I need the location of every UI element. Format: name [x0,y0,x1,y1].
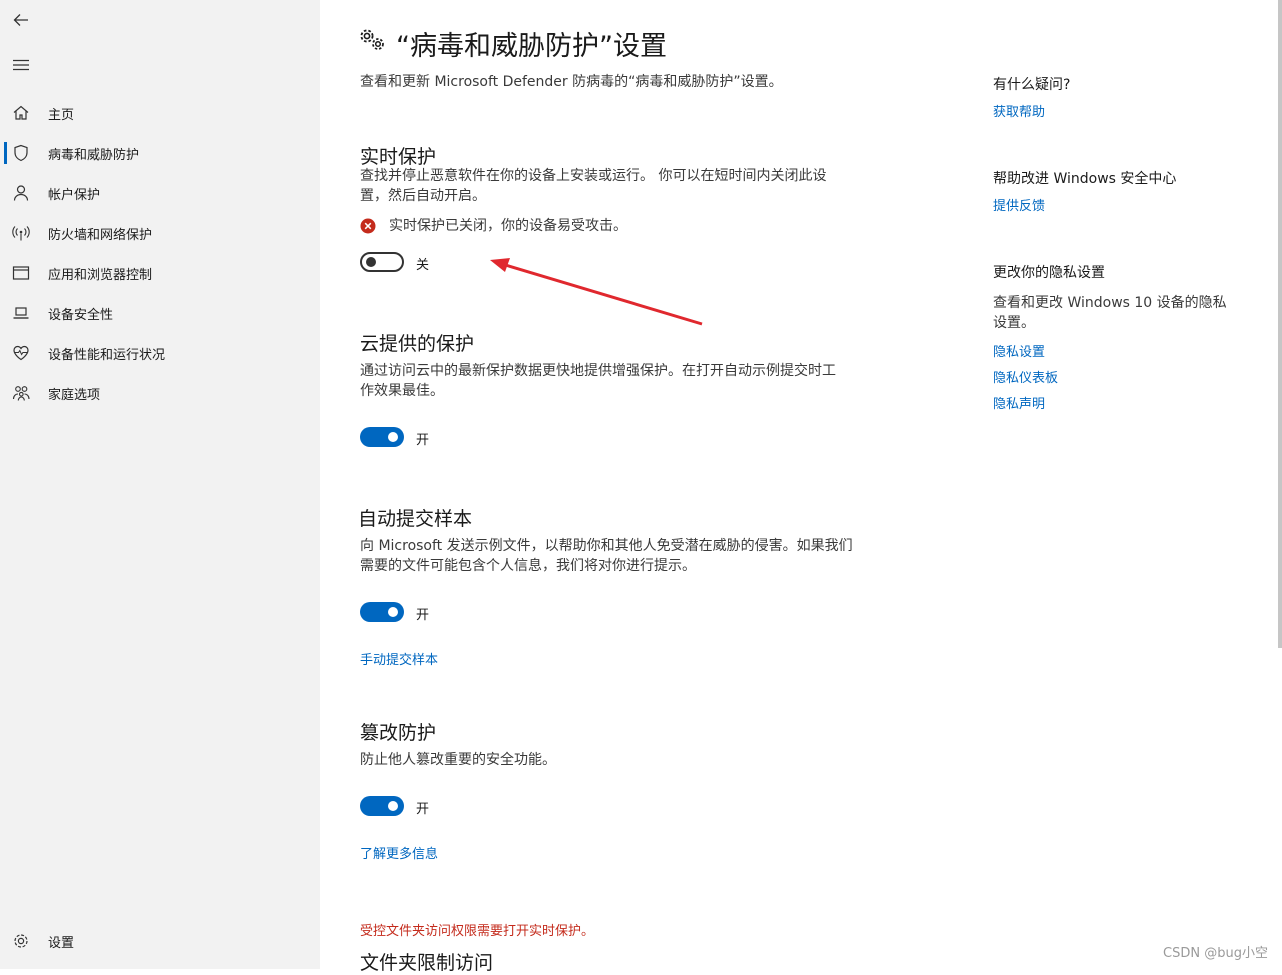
help-title: 有什么疑问? [993,77,1071,93]
sample-section-title: 自动提交样本 [358,508,473,530]
sidebar-item-label: 设备性能和运行状况 [48,347,166,363]
annotation-arrow [490,258,703,326]
privacy-description: 查看和更改 Windows 10 设备的隐私设置。 [993,295,1227,331]
page-description: 查看和更新 Microsoft Defender 防病毒的“病毒和威胁防护”设置… [360,74,783,90]
sidebar-item-virus-protection[interactable]: 病毒和威胁防护 [0,135,320,171]
window-icon [12,264,30,282]
home-icon [12,104,30,122]
page-title: “病毒和威胁防护”设置 [396,31,667,62]
sidebar-item-device-health[interactable]: 设备性能和运行状况 [0,335,320,371]
learn-more-link[interactable]: 了解更多信息 [360,843,438,862]
privacy-title: 更改你的隐私设置 [993,265,1105,281]
sidebar-item-account[interactable]: 帐户保护 [0,175,320,211]
antenna-icon [12,224,30,242]
sidebar-item-firewall[interactable]: 防火墙和网络保护 [0,215,320,251]
manual-submit-link[interactable]: 手动提交样本 [360,649,438,668]
person-icon [12,184,30,202]
folder-section-title: 文件夹限制访问 [360,952,494,974]
sample-description: 向 Microsoft 发送示例文件，以帮助你和其他人免受潜在威胁的侵害。如果我… [360,538,853,574]
sidebar-item-device-security[interactable]: 设备安全性 [0,295,320,331]
realtime-toggle[interactable] [360,252,404,272]
cloud-section-title: 云提供的保护 [360,333,475,355]
realtime-section-title: 实时保护 [360,146,437,168]
cloud-toggle[interactable] [360,427,404,447]
sidebar-item-label: 帐户保护 [48,187,101,203]
toggle-knob [388,607,398,617]
sample-toggle[interactable] [360,602,404,622]
laptop-icon [12,304,30,322]
realtime-toggle-label: 关 [416,258,430,273]
tamper-toggle-label: 开 [416,802,430,817]
hamburger-icon[interactable] [12,56,30,74]
sidebar-item-settings[interactable]: 设置 [0,923,320,959]
active-indicator [4,142,7,164]
gear-icon [12,932,30,950]
toggle-knob [388,432,398,442]
sidebar-item-label: 防火墙和网络保护 [48,227,153,243]
privacy-statement-link[interactable]: 隐私声明 [993,393,1045,412]
settings-gears-icon [359,27,387,57]
scrollbar[interactable] [1278,0,1282,648]
realtime-warning: 实时保护已关闭，你的设备易受攻击。 [389,218,627,234]
sidebar-item-app-browser[interactable]: 应用和浏览器控制 [0,255,320,291]
sample-toggle-label: 开 [416,608,430,623]
folder-warning: 受控文件夹访问权限需要打开实时保护。 [360,924,595,939]
sidebar-item-family[interactable]: 家庭选项 [0,375,320,411]
error-icon [360,218,376,238]
privacy-settings-link[interactable]: 隐私设置 [993,341,1045,360]
cloud-toggle-label: 开 [416,433,430,448]
realtime-description: 查找并停止恶意软件在你的设备上安装或运行。 你可以在短时间内关闭此设置，然后自动… [360,168,827,204]
main-content: “病毒和威胁防护”设置 查看和更新 Microsoft Defender 防病毒… [320,0,1280,974]
improve-title: 帮助改进 Windows 安全中心 [993,171,1177,187]
sidebar-item-label: 设置 [48,935,75,951]
feedback-link[interactable]: 提供反馈 [993,195,1045,214]
tamper-section-title: 篡改防护 [360,722,437,744]
heart-icon [12,344,30,362]
sidebar-item-home[interactable]: 主页 [0,95,320,131]
sidebar-item-label: 设备安全性 [48,307,114,323]
sidebar-item-label: 病毒和威胁防护 [48,147,140,163]
cloud-description: 通过访问云中的最新保护数据更快地提供增强保护。在打开自动示例提交时工作效果最佳。 [360,363,836,399]
toggle-knob [366,257,376,267]
tamper-toggle[interactable] [360,796,404,816]
tamper-description: 防止他人篡改重要的安全功能。 [360,752,556,768]
toggle-knob [388,801,398,811]
family-icon [12,384,30,402]
get-help-link[interactable]: 获取帮助 [993,101,1045,120]
sidebar-item-label: 应用和浏览器控制 [48,267,153,283]
shield-icon [12,144,30,162]
back-arrow-icon[interactable] [12,11,30,29]
sidebar-item-label: 家庭选项 [48,387,101,403]
watermark: CSDN @bug小空 [1163,946,1268,961]
privacy-dashboard-link[interactable]: 隐私仪表板 [993,367,1058,386]
sidebar: 主页 病毒和威胁防护 帐户保护 防火墙和网络保护 应用和浏览器控制 设备安全性 [0,0,320,969]
sidebar-item-label: 主页 [48,107,75,123]
